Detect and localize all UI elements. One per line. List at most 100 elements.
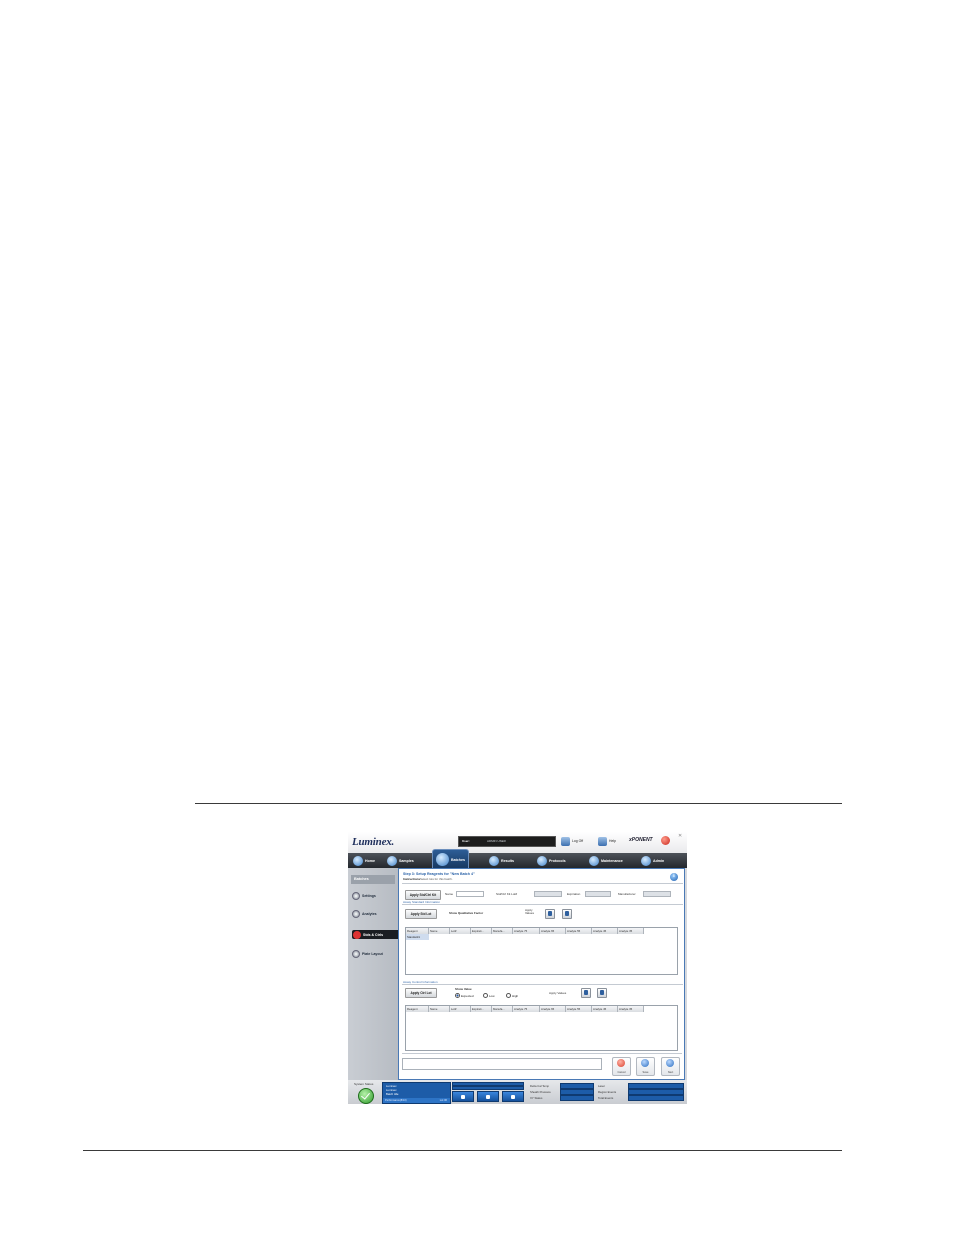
name-field[interactable]: [456, 891, 484, 897]
column-header[interactable]: Name: [429, 928, 450, 934]
action-bar: Cancel Save Next: [402, 1053, 682, 1076]
help-icon: [598, 836, 607, 846]
column-header[interactable]: Analyte 55: [566, 928, 592, 934]
cancel-button[interactable]: Cancel: [612, 1057, 631, 1076]
save-button[interactable]: Save: [636, 1057, 655, 1076]
close-icon[interactable]: ✕: [678, 833, 682, 839]
apply-down-icon: [584, 990, 588, 995]
luminex-logo: Luminex.: [352, 836, 395, 848]
column-header[interactable]: Analyte 75: [513, 1006, 540, 1012]
stat-label: Delta Cal Temp: [530, 1083, 550, 1088]
apply-values-label: Apply Values: [549, 991, 567, 995]
radio-label: Low: [489, 993, 495, 998]
stat-label: Total Events: [598, 1095, 614, 1100]
radio-expected[interactable]: Expected: [455, 993, 474, 998]
batches-icon: [436, 853, 449, 866]
system-status-label: System Status: [354, 1082, 374, 1086]
next-button[interactable]: Next: [661, 1057, 680, 1076]
tab-admin[interactable]: Admin: [638, 855, 667, 866]
fluidics-button[interactable]: [452, 1091, 474, 1102]
settings-step-icon: [352, 891, 360, 900]
sidebar-item-analytes[interactable]: Analytes: [352, 909, 396, 918]
table-row[interactable]: Standard1: [406, 934, 429, 940]
fluidics-button[interactable]: [502, 1091, 524, 1102]
tab-maintenance[interactable]: Maintenance: [586, 855, 626, 866]
system-ok-icon[interactable]: [358, 1088, 374, 1104]
tab-home[interactable]: Home: [350, 855, 378, 866]
column-header[interactable]: Analyte 75: [513, 928, 540, 934]
apply-std-lot-button[interactable]: Apply Std Lot: [405, 909, 437, 919]
tab-label: Maintenance: [601, 858, 623, 863]
column-header[interactable]: Analyte 65: [540, 1006, 566, 1012]
fluidics-icon: [511, 1095, 515, 1099]
column-header[interactable]: Expirati...: [471, 928, 492, 934]
column-header[interactable]: Analyte 65: [540, 928, 566, 934]
radio-label: High: [512, 993, 519, 998]
sidebar-item-label: Stds & Ctrls: [363, 932, 384, 937]
std-ctrl-lot-label: Std/Ctrl Kit Lot#: [496, 892, 518, 896]
column-header[interactable]: Manufa...: [492, 928, 513, 934]
column-header[interactable]: Analyte 35: [618, 928, 644, 934]
separator: [402, 904, 683, 905]
show-value-label: Show Value: [455, 987, 472, 991]
apply-values-right-button[interactable]: [597, 988, 607, 998]
controls-grid: Reagent Name Lot# Expirati... Manufa... …: [405, 1005, 678, 1051]
separator: [402, 883, 683, 884]
apply-ctrl-lot-button[interactable]: Apply Ctrl Lot: [405, 988, 437, 998]
radio-low[interactable]: Low: [483, 993, 495, 998]
radio-high[interactable]: High: [506, 993, 518, 998]
tab-protocols[interactable]: Protocols: [534, 855, 569, 866]
radio-selected-icon: [455, 993, 460, 998]
tab-results[interactable]: Results: [486, 855, 517, 866]
column-header[interactable]: Reagent: [406, 1006, 429, 1012]
fluidics-button[interactable]: [477, 1091, 499, 1102]
queue-footer: Performance(8/10) Lot 06: [383, 1098, 450, 1103]
apply-values-down-button[interactable]: [581, 988, 591, 998]
apply-values-right-button[interactable]: [562, 909, 572, 919]
column-header[interactable]: Name: [429, 1006, 450, 1012]
info-icon[interactable]: i: [670, 873, 678, 881]
stat-row: Sheath Pressure: [530, 1088, 594, 1095]
sidebar-title: Batches: [351, 875, 395, 884]
sidebar-item-stds-ctrls[interactable]: Stds & Ctrls: [352, 930, 399, 939]
sidebar-item-settings[interactable]: Settings: [352, 891, 396, 900]
column-header[interactable]: Expirati...: [471, 1006, 492, 1012]
fluid-level-bar: [452, 1086, 524, 1090]
sidebar: Batches Settings Analytes Stds & Ctrls P…: [348, 868, 399, 1080]
log-off-button[interactable]: Log Off: [561, 836, 583, 846]
tab-batches[interactable]: Batches: [432, 849, 469, 869]
tab-label: Protocols: [549, 858, 566, 863]
column-header[interactable]: Analyte 45: [592, 928, 618, 934]
sidebar-item-plate-layout[interactable]: Plate Layout: [352, 949, 396, 958]
next-label: Next: [667, 1071, 674, 1074]
stat-row: Region Events: [598, 1088, 684, 1095]
cancel-icon: [617, 1059, 625, 1067]
main-panel: Step 3: Setup Reagents for "New Batch 4"…: [398, 868, 685, 1080]
column-header[interactable]: Lot#: [450, 1006, 471, 1012]
tab-label: Batches: [451, 857, 465, 862]
tab-label: Admin: [653, 858, 665, 863]
column-header[interactable]: Lot#: [450, 928, 471, 934]
top-divider-line: [195, 803, 842, 804]
instructions-label: Instructions: [403, 877, 421, 881]
instructions-text: Select lots for this batch.: [420, 877, 453, 881]
queue-panel[interactable]: Luminex Luminex Batch Idle Performance(8…: [382, 1082, 451, 1104]
help-button[interactable]: Help: [598, 836, 616, 846]
column-header[interactable]: Analyte 55: [566, 1006, 592, 1012]
apply-std-ctrl-kit-button[interactable]: Apply Std/Ctrl Kit: [405, 890, 441, 900]
plate-layout-step-icon: [352, 949, 360, 958]
std-ctrl-lot-field: [534, 891, 562, 897]
column-header[interactable]: Analyte 45: [592, 1006, 618, 1012]
user-label: User:: [462, 839, 470, 843]
column-header[interactable]: Analyte 35: [618, 1006, 644, 1012]
column-header[interactable]: Manufa...: [492, 1006, 513, 1012]
tab-samples[interactable]: Samples: [384, 855, 417, 866]
apply-values-down-button[interactable]: [545, 909, 555, 919]
separator: [402, 984, 683, 985]
samples-icon: [387, 855, 397, 866]
cancel-label: Cancel: [617, 1071, 626, 1074]
expiration-field: [585, 891, 611, 897]
comment-field[interactable]: [402, 1058, 602, 1070]
apply-right-icon: [600, 990, 604, 995]
radio-unselected-icon: [483, 993, 488, 998]
